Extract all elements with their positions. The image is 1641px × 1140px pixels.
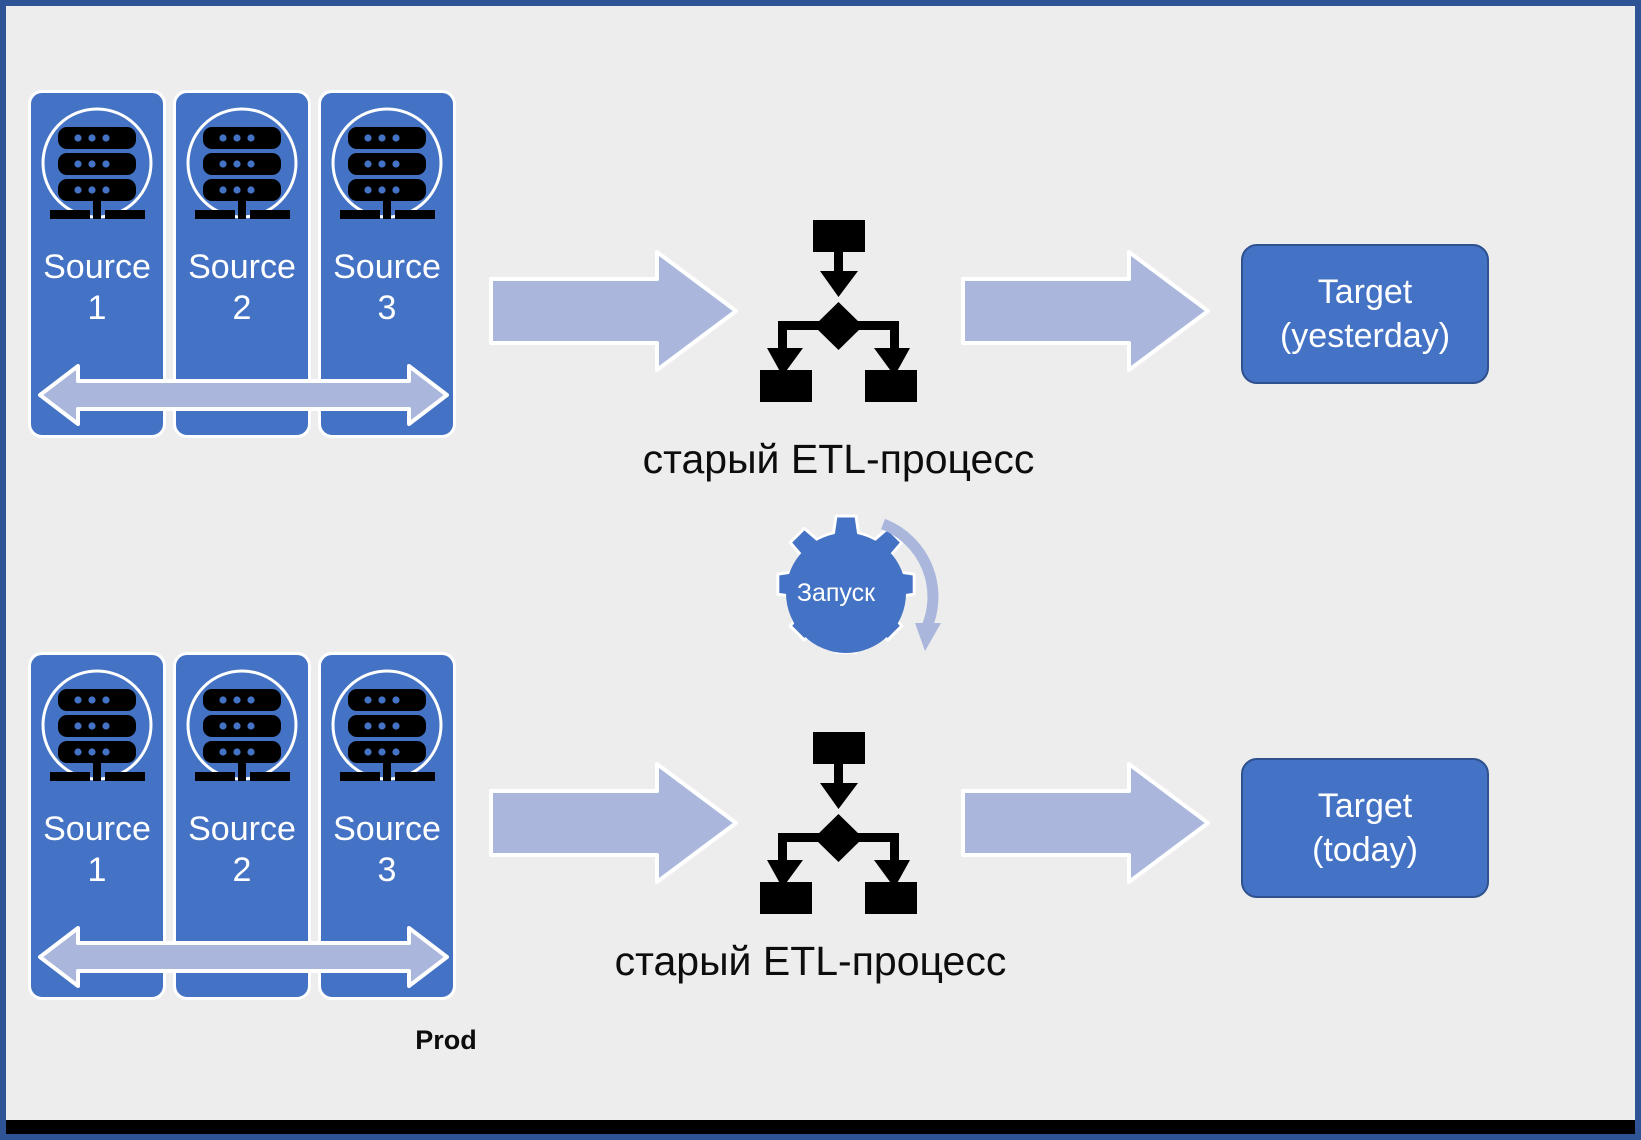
etl-flowchart-icon	[746, 730, 931, 915]
source-card-label: Source 3	[333, 248, 441, 327]
server-icon	[184, 667, 300, 783]
source-card-label: Source 3	[333, 810, 441, 889]
flow-arrow-sources-to-etl-today	[489, 761, 739, 886]
source-group-today: Source 1 Source 2 Source 3	[28, 652, 458, 1000]
double-headed-arrow-today	[36, 924, 451, 990]
etl-flowchart-icon	[746, 218, 931, 403]
source-card-label: Source 1	[43, 248, 151, 327]
server-icon	[329, 667, 445, 783]
bottom-strip	[6, 1120, 1635, 1134]
diagram-slide: Source 1 Source 2 Source 3 старый ETL-пр…	[0, 0, 1641, 1140]
server-icon	[329, 105, 445, 221]
server-icon	[39, 105, 155, 221]
etl-process-label-today: старый ETL-процесс	[614, 938, 1007, 984]
source-card-label: Source 1	[43, 810, 151, 889]
flow-arrow-sources-to-etl-yesterday	[489, 249, 739, 374]
server-icon	[39, 667, 155, 783]
source-card-label: Source 2	[188, 248, 296, 327]
source-card-label: Source 2	[188, 810, 296, 889]
launch-gear-group[interactable]: Запуск	[751, 511, 961, 676]
server-icon	[184, 105, 300, 221]
flow-arrow-etl-to-target-yesterday	[961, 249, 1211, 374]
source-group-yesterday: Source 1 Source 2 Source 3	[28, 90, 458, 438]
target-box-today[interactable]: Target (today)	[1241, 758, 1489, 898]
double-headed-arrow-yesterday	[36, 362, 451, 428]
gear-icon	[776, 514, 916, 654]
prod-environment-label-text: Prod	[415, 1025, 477, 1055]
target-box-yesterday[interactable]: Target (yesterday)	[1241, 244, 1489, 384]
prod-environment-label: Prod	[6, 1025, 1635, 1056]
etl-process-label-yesterday: старый ETL-процесс	[642, 436, 1035, 482]
flow-arrow-etl-to-target-today	[961, 761, 1211, 886]
